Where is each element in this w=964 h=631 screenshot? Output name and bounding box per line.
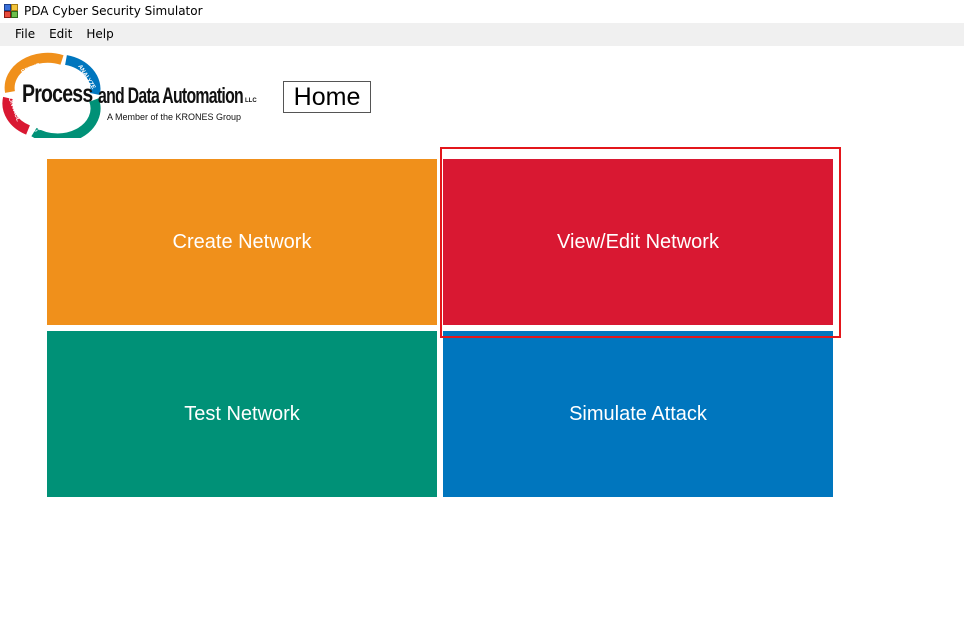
logo-word-process: Process — [22, 80, 93, 108]
logo-wordmark: Process and Data Automation — [22, 80, 244, 109]
view-edit-network-button[interactable]: View/Edit Network — [443, 159, 833, 325]
menu-file[interactable]: File — [8, 23, 42, 46]
create-network-button[interactable]: Create Network — [47, 159, 437, 325]
view-edit-network-label: View/Edit Network — [557, 230, 719, 253]
logo-word-rest: and Data Automation — [98, 83, 244, 108]
test-network-label: Test Network — [184, 402, 300, 425]
create-network-label: Create Network — [172, 230, 312, 253]
page-title: Home — [283, 81, 371, 113]
menu-edit[interactable]: Edit — [42, 23, 79, 46]
menu-help[interactable]: Help — [79, 23, 120, 46]
simulate-attack-label: Simulate Attack — [569, 402, 707, 425]
logo-llc: LLC — [245, 98, 257, 104]
window-title: PDA Cyber Security Simulator — [24, 4, 203, 18]
title-bar: PDA Cyber Security Simulator — [0, 0, 964, 23]
simulate-attack-button[interactable]: Simulate Attack — [443, 331, 833, 497]
menu-bar: File Edit Help — [0, 23, 964, 46]
test-network-button[interactable]: Test Network — [47, 331, 437, 497]
app-icon — [4, 4, 18, 18]
logo-ring-collect: COLLECT — [33, 119, 62, 134]
logo-subtitle: A Member of the KRONES Group — [107, 112, 242, 122]
